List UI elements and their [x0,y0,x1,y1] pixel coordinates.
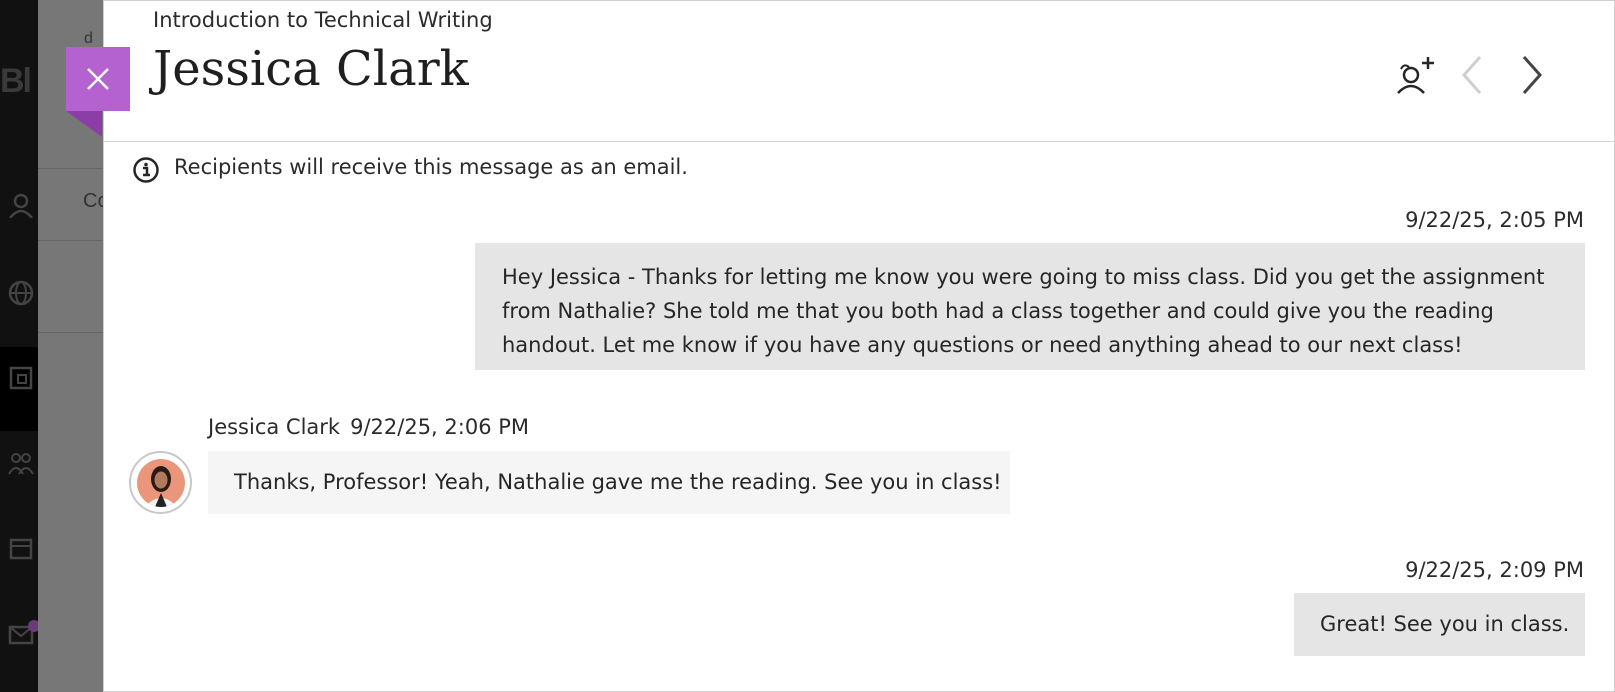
close-icon [87,68,109,90]
conversation-title: Jessica Clark [153,41,469,97]
groups-icon [8,453,34,475]
calendar-icon [9,538,33,560]
chevron-right-icon [1522,56,1543,94]
add-person-icon [1397,57,1434,94]
previous-button[interactable] [1456,53,1492,97]
course-title: Introduction to Technical Writing [153,8,493,32]
background-divider [38,168,108,169]
background-divider [38,332,108,333]
conversation-panel: Introduction to Technical Writing Jessic… [103,0,1615,692]
sender-name: Jessica Clark [208,415,341,439]
email-notice: Recipients will receive this message as … [174,155,688,179]
background-text-top: d [84,30,93,47]
info-icon [133,157,159,183]
add-recipient-button[interactable] [1392,53,1438,99]
message-meta: Jessica Clark 9/22/25, 2:06 PM [208,415,529,439]
avatar-image [136,458,185,507]
next-button[interactable] [1514,53,1550,97]
chevron-left-icon [1461,56,1482,94]
globe-icon [8,280,34,306]
message-timestamp: 9/22/25, 2:06 PM [350,415,530,439]
message-timestamp: 9/22/25, 2:09 PM [1405,558,1584,582]
background-nav: Bl [0,0,40,692]
avatar[interactable] [129,451,192,514]
close-button-tab [66,111,102,137]
person-icon [9,193,33,218]
close-button[interactable] [66,47,130,111]
background-divider [38,240,108,241]
courses-icon [9,366,33,390]
sent-message: Great! See you in class. [1294,593,1585,656]
header-divider [104,141,1614,142]
message-timestamp: 9/22/25, 2:05 PM [1405,208,1584,232]
received-message: Thanks, Professor! Yeah, Nathalie gave m… [208,451,1010,514]
sent-message: Hey Jessica - Thanks for letting me know… [475,243,1585,370]
background-brand: Bl [0,62,32,100]
